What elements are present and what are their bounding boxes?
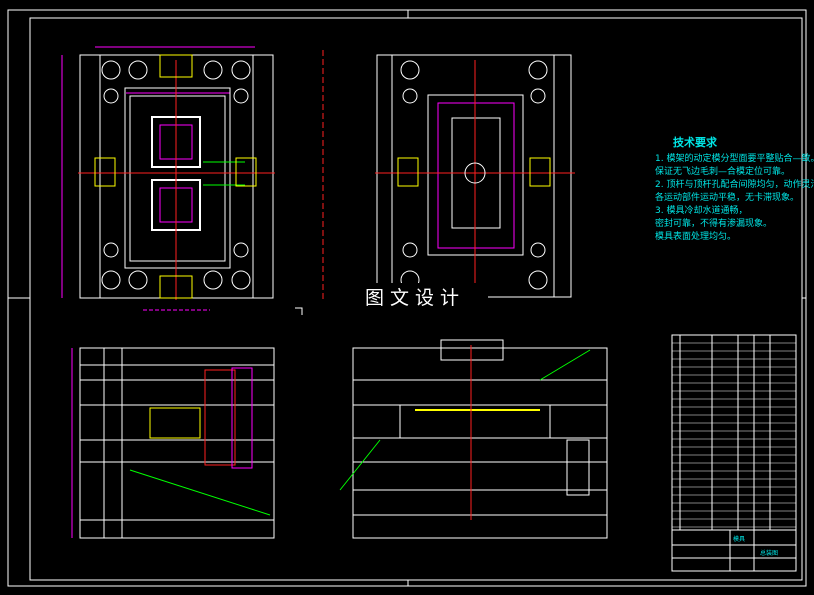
tech-line: 1. 模架的动定模分型面要平整贴合—致。: [655, 154, 814, 164]
tech-line: 各运动部件运动平稳，无卡滞现象。: [655, 193, 800, 203]
corner-mark: [295, 307, 303, 315]
tech-line: 模具表面处理均匀。: [655, 232, 737, 242]
plan-view-moving-half: [61, 46, 275, 311]
title-cell: 模具: [733, 536, 746, 543]
plan-view-fixed-half: [322, 50, 575, 300]
tech-line: 2. 顶杆与顶杆孔配合间隙均匀，动作灵活。: [655, 180, 814, 190]
technical-requirements-heading: 技术要求: [673, 136, 717, 149]
tech-line: 3. 模具冷却水道通畅，: [655, 206, 748, 216]
tech-line: 密封可靠，不得有渗漏现象。: [655, 219, 773, 229]
watermark-text: 图文设计: [342, 283, 488, 313]
title-cell: 总装图: [760, 550, 779, 557]
technical-requirements: 技术要求 1. 模架的动定模分型面要平整贴合—致。 保证无飞边毛刺—合模定位可靠…: [655, 136, 814, 244]
section-view-left: [71, 347, 275, 539]
parts-list-rows: [672, 342, 796, 528]
tech-line: 保证无飞边毛刺—合模定位可靠。: [655, 167, 791, 177]
section-view-right: [339, 339, 608, 539]
